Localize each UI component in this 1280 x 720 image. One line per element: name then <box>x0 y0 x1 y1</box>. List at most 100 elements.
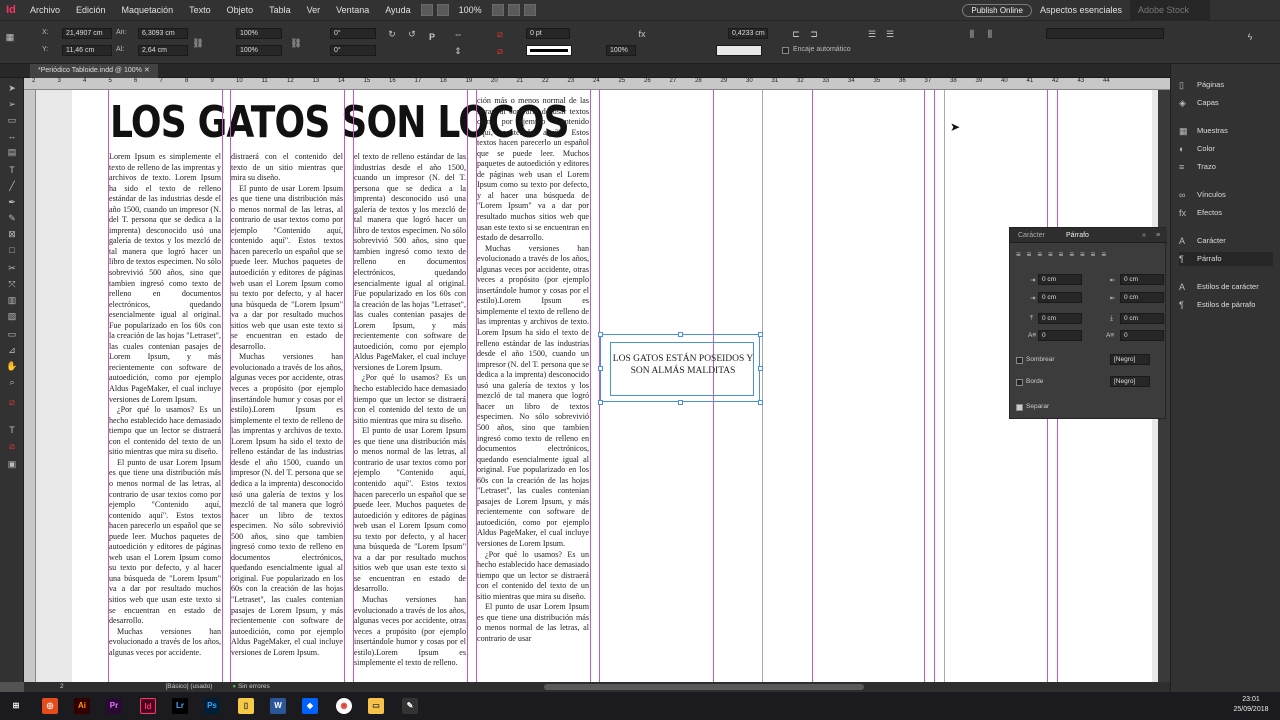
menu-ver[interactable]: Ver <box>299 0 329 20</box>
chrome-icon[interactable]: ◉ <box>336 698 352 714</box>
hand-tool-icon[interactable]: ✋ <box>6 360 18 372</box>
resize-handle[interactable] <box>758 332 763 337</box>
lightning-icon[interactable]: ϟ <box>1244 31 1256 43</box>
align-center-icon[interactable]: ⊐ <box>808 28 820 40</box>
shading-checkbox[interactable] <box>1016 357 1023 364</box>
menu-ayuda[interactable]: Ayuda <box>377 0 418 20</box>
scale-y-field[interactable]: 100% <box>236 45 282 56</box>
border-swatch-select[interactable]: [Negro] <box>1110 376 1150 387</box>
selection-tool-icon[interactable]: ➤ <box>6 82 18 94</box>
formatting-affects-container-icon[interactable]: T <box>6 424 18 436</box>
note-tool-icon[interactable]: ▭ <box>6 328 18 340</box>
constrain-scale-icon[interactable]: ⛓ <box>290 37 302 49</box>
notes-icon[interactable]: ▯ <box>238 698 254 714</box>
direct-selection-tool-icon[interactable]: ➢ <box>6 98 18 110</box>
close-tab-icon[interactable]: ✕ <box>144 67 150 74</box>
align-left-icon[interactable]: ⊏ <box>790 28 802 40</box>
flip-horizontal-icon[interactable]: ⇔ <box>452 28 464 40</box>
text-column-3[interactable]: el texto de relleno estándar de las indu… <box>354 152 466 682</box>
distribute-icon[interactable]: ⫼ <box>966 28 978 40</box>
height-field[interactable]: 2,64 cm <box>138 45 188 56</box>
line-tool-icon[interactable]: ╱ <box>6 180 18 192</box>
document-page[interactable]: LOS GATOS SON LOCOS Lorem Ipsum es simpl… <box>72 90 1152 682</box>
tab-caracter[interactable]: Carácter <box>1018 230 1045 241</box>
reference-point-icon[interactable]: ▦ <box>4 31 16 43</box>
pen-tool-icon[interactable]: ✒ <box>6 196 18 208</box>
y-field[interactable]: 11,46 cm <box>62 45 112 56</box>
panel-menu-icon[interactable]: ≡ <box>1156 230 1160 241</box>
document-tab[interactable]: *Periódico Tabloide.indd @ 100% ✕ <box>30 64 158 78</box>
object-style-select[interactable] <box>716 45 762 56</box>
eyedropper-tool-icon[interactable]: ⊿ <box>6 344 18 356</box>
view-options-icon[interactable] <box>491 4 504 16</box>
taskbar-clock[interactable]: 23:01 25/09/2018 <box>1226 695 1276 715</box>
drop-cap-lines-field[interactable]: 0 <box>1038 330 1082 341</box>
resize-handle[interactable] <box>678 400 683 405</box>
panel-estilos-caracter[interactable]: A Estilos de carácter <box>1179 280 1259 294</box>
scissors-tool-icon[interactable]: ✂ <box>6 262 18 274</box>
resize-handle[interactable] <box>678 332 683 337</box>
distribute-v-icon[interactable]: ⫼ <box>984 28 996 40</box>
gradient-feather-tool-icon[interactable]: ▧ <box>6 310 18 322</box>
effects-fx-icon[interactable]: fx <box>636 28 648 40</box>
bridge-icon[interactable] <box>420 4 433 16</box>
opacity-field[interactable]: 100% <box>606 45 636 56</box>
offset-field[interactable]: 0,4233 cm <box>728 28 768 39</box>
rotate-cw-icon[interactable]: ↻ <box>386 28 398 40</box>
right-indent-field[interactable]: 0 cm <box>1120 274 1164 285</box>
text-column-4[interactable]: ción más o menos normal de las letras, a… <box>477 96 589 682</box>
quick-apply-select[interactable] <box>1046 28 1164 39</box>
menu-tabla[interactable]: Tabla <box>261 0 299 20</box>
search-stock-input[interactable]: Adobe Stock <box>1130 0 1210 20</box>
menu-ventana[interactable]: Ventana <box>328 0 377 20</box>
text-frame-icon[interactable]: P <box>426 31 438 43</box>
shear-field[interactable]: 0° <box>330 45 376 56</box>
panel-muestras[interactable]: ▦ Muestras <box>1179 124 1228 138</box>
free-transform-tool-icon[interactable]: ⤧ <box>6 278 18 290</box>
x-field[interactable]: 21,4907 cm <box>62 28 112 39</box>
apply-none-icon[interactable]: ⧄ <box>6 440 18 452</box>
panel-efectos[interactable]: fx Efectos <box>1179 206 1222 220</box>
fill-swatch-icon[interactable]: ⧄ <box>494 28 506 40</box>
illustrator-icon[interactable]: Ai <box>74 698 90 714</box>
drop-cap-chars-field[interactable]: 0 <box>1120 330 1164 341</box>
menu-archivo[interactable]: Archivo <box>22 0 68 20</box>
horizontal-ruler[interactable]: 2 3 4 5 6 7 8 9 10 11 12 13 14 15 16 17 18 19 20 21 22 23 24 25… <box>24 78 1170 90</box>
fill-stroke-icon[interactable]: ⧄ <box>6 396 18 408</box>
premiere-icon[interactable]: Pr <box>106 698 122 714</box>
panel-color[interactable]: ◐ Color <box>1179 142 1215 156</box>
border-checkbox[interactable] <box>1016 379 1023 386</box>
screen-mode-icon[interactable]: ▣ <box>6 458 18 470</box>
base-style[interactable]: [Básico] (usado) <box>165 683 212 690</box>
zoom-tool-icon[interactable]: ⌕ <box>6 376 18 388</box>
page-tool-icon[interactable]: ▭ <box>6 114 18 126</box>
autofit-checkbox[interactable] <box>782 47 789 54</box>
file-explorer-icon[interactable]: ▭ <box>368 698 384 714</box>
word-icon[interactable]: W <box>270 698 286 714</box>
type-tool-icon[interactable]: T <box>6 164 18 176</box>
stroke-type-select[interactable] <box>526 45 572 56</box>
indesign-taskbar-icon[interactable]: Id <box>140 698 156 714</box>
resize-handle[interactable] <box>598 332 603 337</box>
panel-trazo[interactable]: ≡ Trazo <box>1179 160 1216 174</box>
split-checkbox[interactable] <box>1016 404 1023 411</box>
text-column-1[interactable]: Lorem Ipsum es simplemente el texto de r… <box>109 152 221 682</box>
lightroom-icon[interactable]: Lr <box>172 698 188 714</box>
stroke-swatch-icon[interactable]: ⧄ <box>494 45 506 57</box>
stroke-weight-field[interactable]: 0 pt <box>526 28 570 39</box>
vertical-ruler[interactable] <box>24 90 36 682</box>
horizontal-scroll-thumb[interactable] <box>544 684 864 690</box>
resize-handle[interactable] <box>598 366 603 371</box>
rotate-ccw-icon[interactable]: ↺ <box>406 28 418 40</box>
width-field[interactable]: 6,3093 cm <box>138 28 188 39</box>
space-before-field[interactable]: 0 cm <box>1038 313 1082 324</box>
scale-x-field[interactable]: 100% <box>236 28 282 39</box>
last-line-indent-field[interactable]: 0 cm <box>1120 292 1164 303</box>
rectangle-frame-tool-icon[interactable]: ⊠ <box>6 228 18 240</box>
panel-caracter[interactable]: A Carácter <box>1179 234 1226 248</box>
text-column-2[interactable]: distraerá con el contenido del texto de … <box>231 152 343 682</box>
resize-handle[interactable] <box>598 400 603 405</box>
align-hcenter-icon[interactable]: ☰ <box>884 28 896 40</box>
first-line-indent-field[interactable]: 0 cm <box>1038 292 1082 303</box>
panel-capas[interactable]: ◈ Capas <box>1179 96 1219 110</box>
